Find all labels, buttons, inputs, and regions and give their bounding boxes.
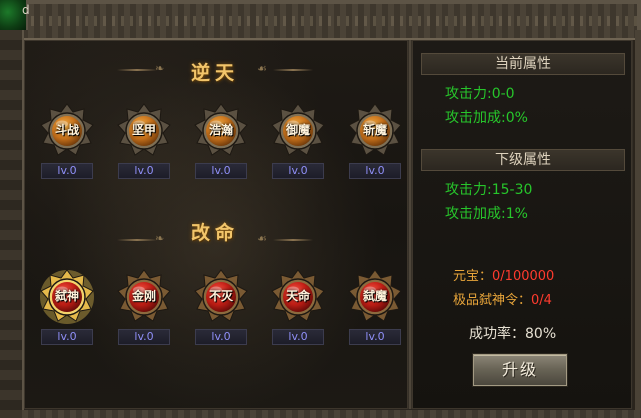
- skill-level-box: lv.0: [41, 329, 93, 345]
- title-line-right-2: [273, 239, 313, 241]
- success-rate: 成功率：80%: [469, 326, 557, 342]
- title-line-right: [273, 69, 313, 71]
- skill-level: lv.0: [288, 330, 308, 343]
- gaiming-skill-4[interactable]: 天命 lv.0: [266, 269, 330, 349]
- section-title-nitian: 逆天: [190, 62, 239, 84]
- skill-level: lv.0: [211, 330, 231, 343]
- nitian-skill-4[interactable]: 御魔 lv.0: [266, 103, 330, 183]
- token-line: 极品弑神令：0/4: [453, 289, 552, 308]
- skill-level-box: lv.0: [118, 163, 170, 179]
- next-attributes-header: 下级属性: [421, 149, 625, 171]
- gaiming-skill-5[interactable]: 弑魔 lv.0: [343, 269, 407, 349]
- skill-level-box: lv.0: [118, 329, 170, 345]
- title-bar: [4, 4, 637, 40]
- game-window: d ❧ 逆天 ☙ 斗战 lv.0 坚甲 lv.0 浩瀚 lv.0 御魔 lv.0…: [0, 0, 641, 418]
- skill-level-box: lv.0: [349, 329, 401, 345]
- skill-level: lv.0: [57, 330, 77, 343]
- skill-level-box: lv.0: [195, 163, 247, 179]
- next-attack-bonus: 攻击加成:1%: [445, 206, 528, 222]
- gaiming-skill-3[interactable]: 不灭 lv.0: [189, 269, 253, 349]
- skill-level-box: lv.0: [349, 163, 401, 179]
- skill-label: 斗战: [54, 123, 79, 137]
- skill-label: 弑神: [54, 289, 79, 303]
- current-attack: 攻击力:0-0: [445, 86, 515, 102]
- corner-letter: d: [22, 3, 30, 17]
- skills-panel: ❧ 逆天 ☙ 斗战 lv.0 坚甲 lv.0 浩瀚 lv.0 御魔 lv.0 斩…: [24, 40, 408, 409]
- skill-label: 天命: [285, 289, 310, 303]
- skill-label: 金刚: [131, 289, 156, 303]
- title-line-left: [117, 69, 157, 71]
- yuanbao-value: 0/100000: [492, 269, 555, 284]
- current-attributes-header: 当前属性: [421, 53, 625, 75]
- left-edge-frame: [0, 30, 24, 418]
- skill-level: lv.0: [365, 164, 385, 177]
- nitian-skill-5[interactable]: 斩魔 lv.0: [343, 103, 407, 183]
- upgrade-button[interactable]: 升级: [473, 354, 567, 386]
- nitian-skill-3[interactable]: 浩瀚 lv.0: [189, 103, 253, 183]
- skill-level-box: lv.0: [195, 329, 247, 345]
- gaiming-skill-1[interactable]: 弑神 lv.0: [35, 269, 99, 349]
- current-attack-bonus: 攻击加成:0%: [445, 110, 528, 126]
- skill-level: lv.0: [211, 164, 231, 177]
- nitian-skill-1[interactable]: 斗战 lv.0: [35, 103, 99, 183]
- skill-label: 不灭: [208, 289, 233, 303]
- bottom-edge-frame: [22, 410, 641, 418]
- title-line-left-2: [117, 239, 157, 241]
- skill-level: lv.0: [134, 330, 154, 343]
- skill-level-box: lv.0: [272, 163, 324, 179]
- skill-level-box: lv.0: [272, 329, 324, 345]
- next-attack: 攻击力:15-30: [445, 182, 533, 198]
- title-swirl-right-2-icon: ☙: [257, 232, 267, 245]
- skill-label: 斩魔: [362, 123, 387, 137]
- attributes-panel: 当前属性 攻击力:0-0 攻击加成:0% 下级属性 攻击力:15-30 攻击加成…: [412, 40, 632, 409]
- skill-level-box: lv.0: [41, 163, 93, 179]
- gaiming-skill-2[interactable]: 金刚 lv.0: [112, 269, 176, 349]
- skill-label: 浩瀚: [208, 123, 233, 137]
- title-swirl-right-icon: ☙: [257, 62, 267, 75]
- yuanbao-line: 元宝：0/100000: [453, 265, 554, 284]
- token-label: 极品弑神令：: [453, 293, 532, 308]
- token-value: 0/4: [531, 293, 552, 308]
- skill-label: 弑魔: [362, 289, 387, 303]
- nitian-skill-2[interactable]: 坚甲 lv.0: [112, 103, 176, 183]
- skill-level: lv.0: [365, 330, 385, 343]
- title-swirl-left-2-icon: ❧: [155, 232, 165, 245]
- title-swirl-left-icon: ❧: [155, 62, 165, 75]
- skill-level: lv.0: [288, 164, 308, 177]
- yuanbao-label: 元宝：: [453, 269, 493, 284]
- right-edge-frame: [635, 30, 641, 418]
- skill-level: lv.0: [57, 164, 77, 177]
- section-title-gaiming: 改命: [190, 222, 239, 244]
- skill-label: 御魔: [285, 123, 310, 137]
- skill-level: lv.0: [134, 164, 154, 177]
- skill-label: 坚甲: [131, 123, 156, 137]
